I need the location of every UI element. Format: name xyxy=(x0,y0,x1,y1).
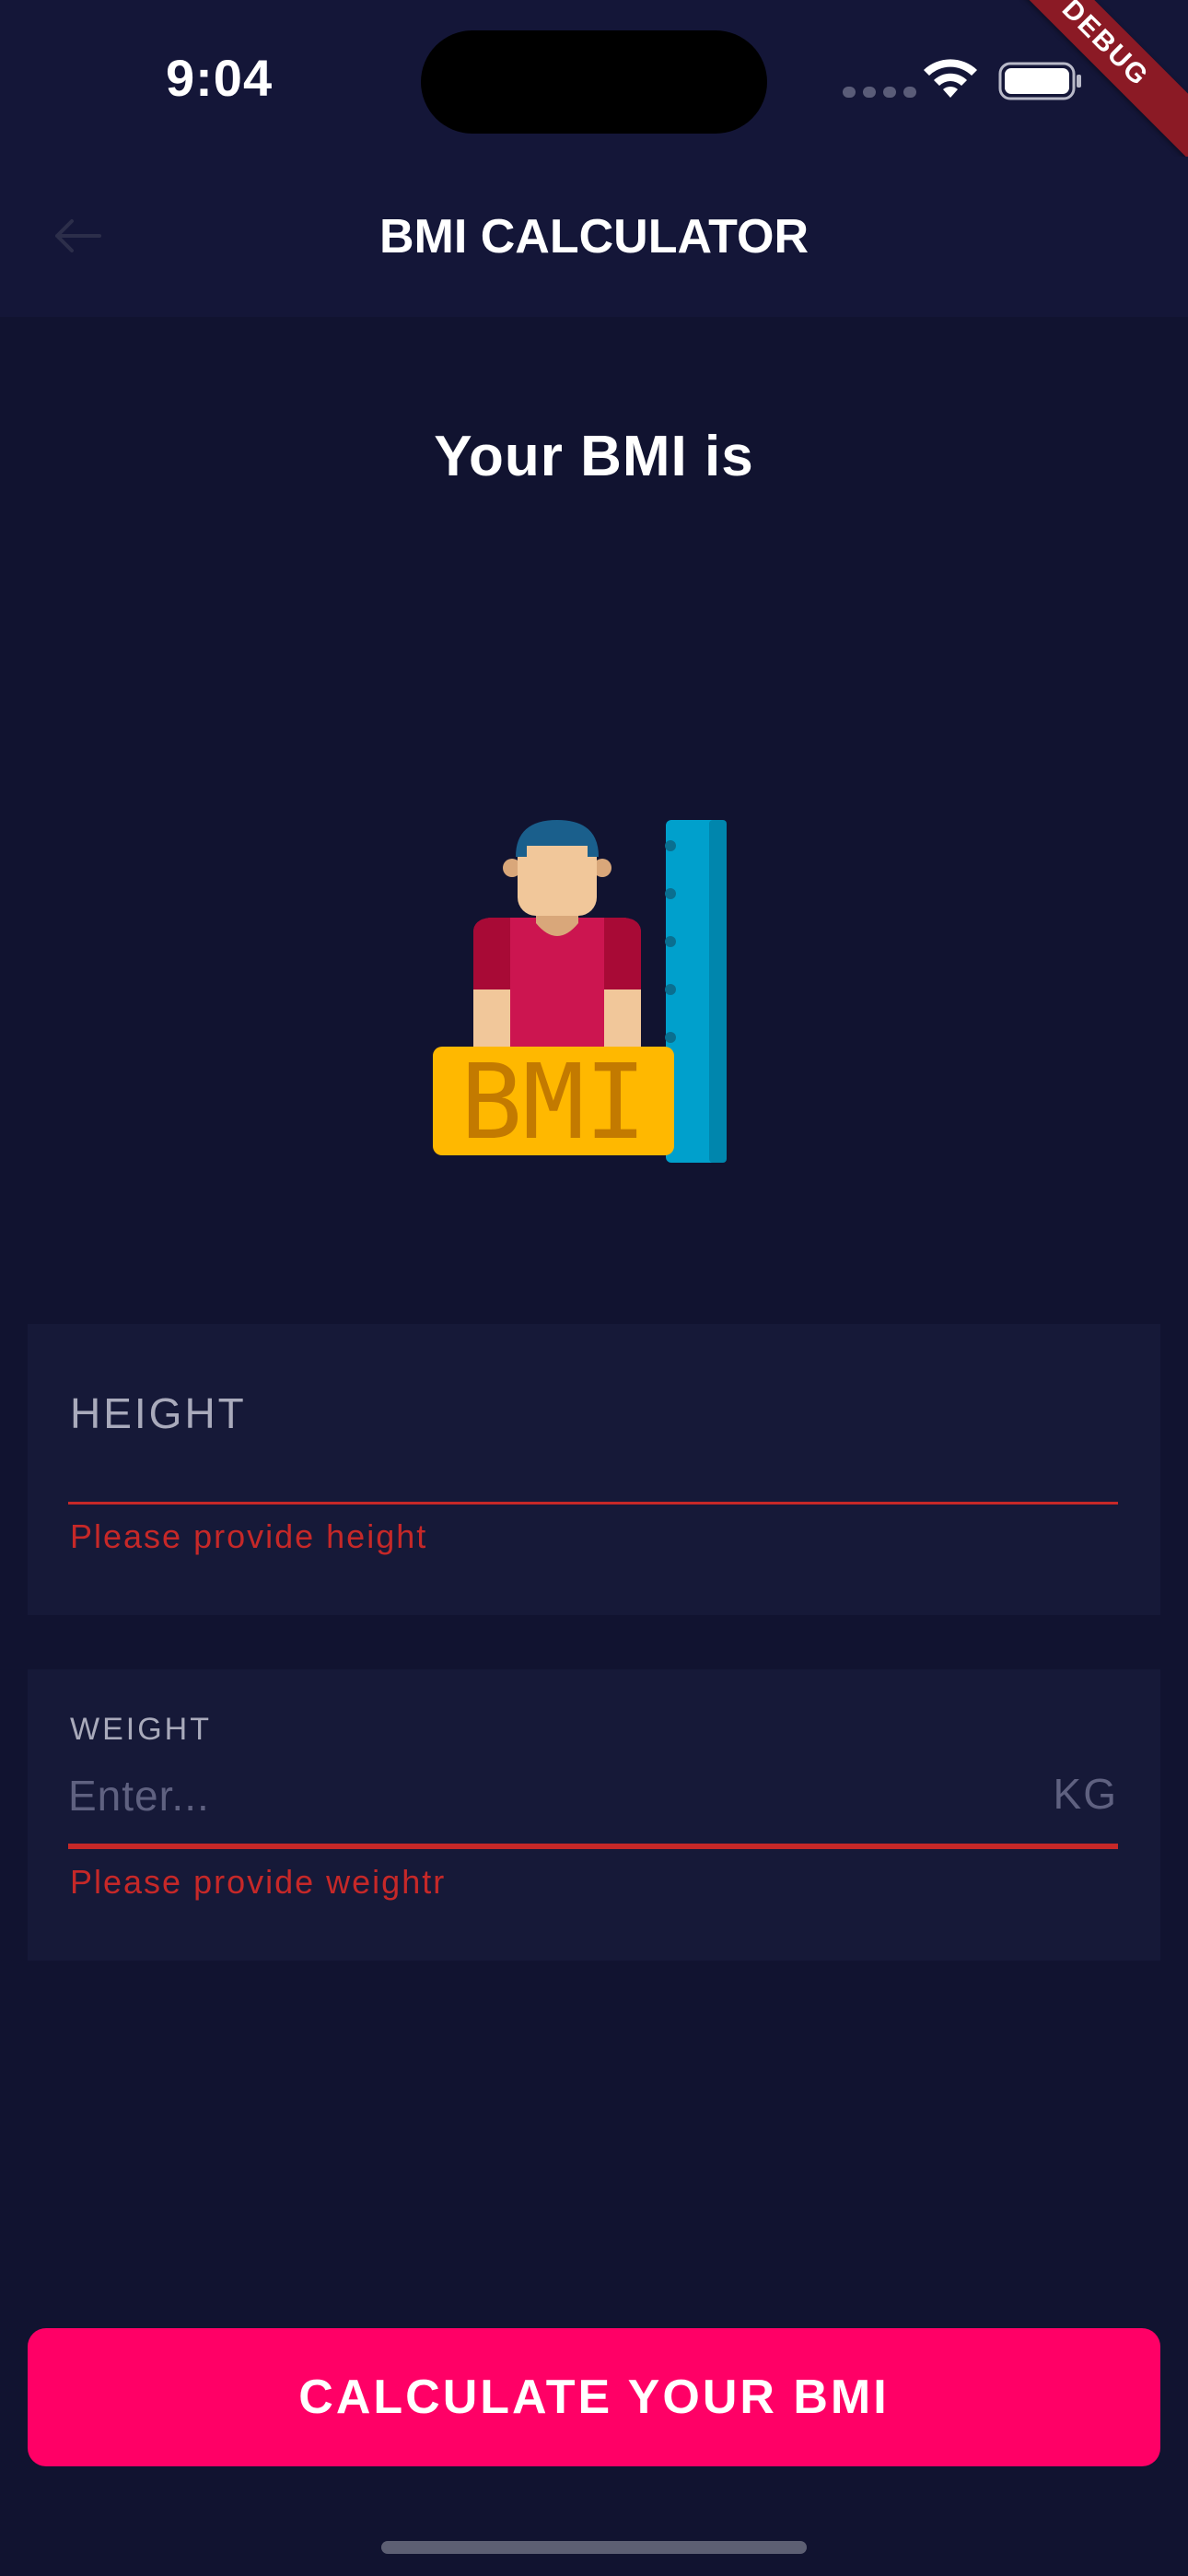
calculate-bmi-button[interactable]: CALCULATE YOUR BMI xyxy=(28,2328,1160,2466)
weight-unit-suffix: KG xyxy=(1053,1770,1118,1818)
dynamic-island xyxy=(421,30,767,134)
bmi-person-illustration: BMI xyxy=(433,820,727,1163)
weight-input-card: WEIGHT KG Please provide weightr xyxy=(28,1669,1160,1961)
height-error-text: Please provide height xyxy=(70,1517,428,1555)
weight-input[interactable] xyxy=(68,1762,989,1830)
height-label: HEIGHT xyxy=(70,1389,247,1437)
app-title: BMI CALCULATOR xyxy=(379,210,809,263)
weight-underline xyxy=(68,1844,1118,1849)
wifi-icon xyxy=(924,59,977,98)
bmi-calculator-screen: 9:04 DEBUG BMI CALCULATOR Your BMI is BM… xyxy=(0,0,1188,2576)
height-input-card[interactable]: HEIGHT Please provide height xyxy=(28,1324,1160,1615)
battery-icon xyxy=(998,62,1081,100)
weight-label: WEIGHT xyxy=(70,1712,212,1747)
status-bar: 9:04 DEBUG xyxy=(0,0,1188,164)
cellular-signal-icon xyxy=(843,87,916,98)
result-heading: Your BMI is xyxy=(434,425,754,488)
height-underline xyxy=(68,1502,1118,1505)
arrow-left-icon xyxy=(55,219,101,252)
app-bar: BMI CALCULATOR xyxy=(0,157,1188,317)
status-time: 9:04 xyxy=(166,49,274,107)
bmi-board-text: BMI xyxy=(460,1043,646,1163)
home-indicator[interactable] xyxy=(381,2541,807,2554)
weight-error-text: Please provide weightr xyxy=(70,1863,447,1901)
back-button[interactable] xyxy=(44,203,111,269)
